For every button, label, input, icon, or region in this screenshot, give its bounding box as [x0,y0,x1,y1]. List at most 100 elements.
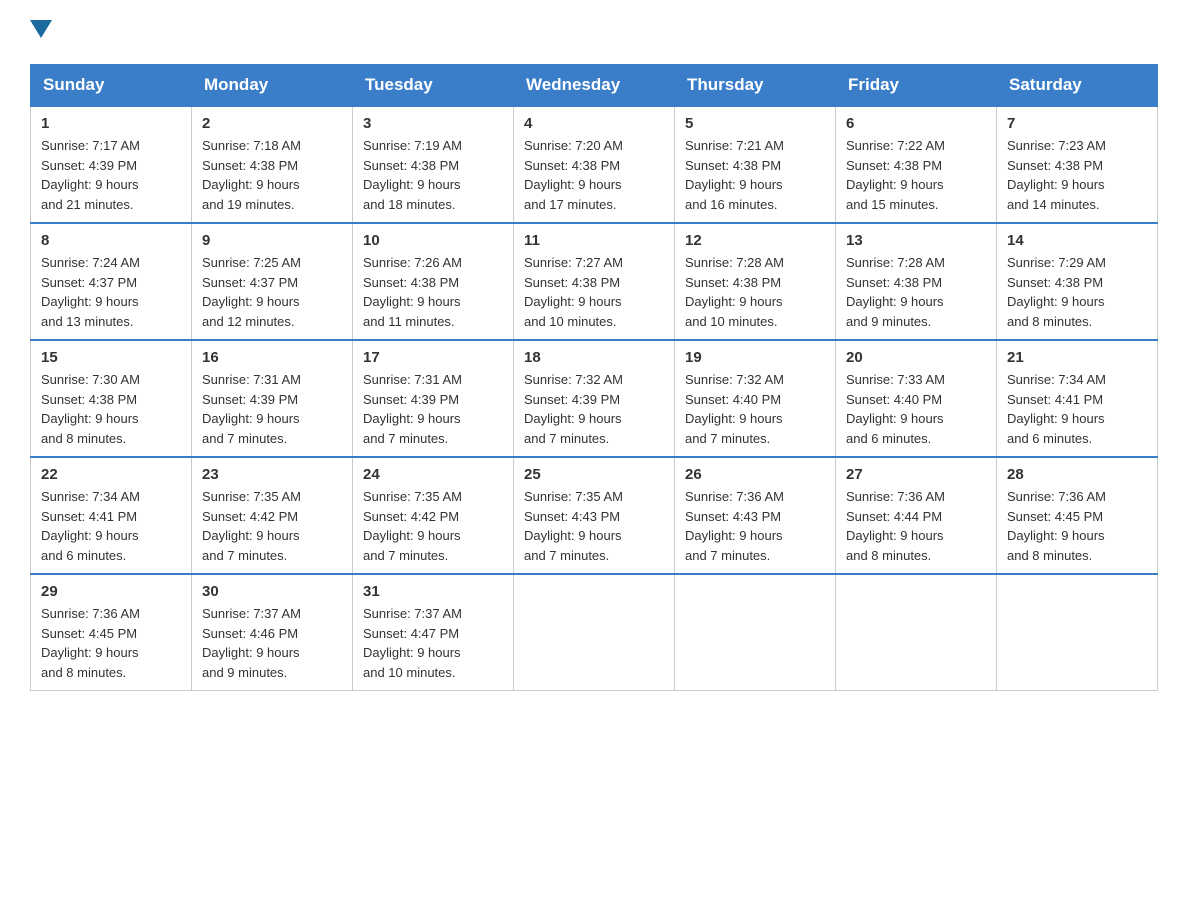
day-info: Sunrise: 7:32 AM Sunset: 4:40 PM Dayligh… [685,370,825,448]
day-number: 1 [41,115,181,132]
weekday-header-thursday: Thursday [675,65,836,107]
calendar-cell: 19 Sunrise: 7:32 AM Sunset: 4:40 PM Dayl… [675,340,836,457]
calendar-cell: 20 Sunrise: 7:33 AM Sunset: 4:40 PM Dayl… [836,340,997,457]
day-info: Sunrise: 7:25 AM Sunset: 4:37 PM Dayligh… [202,253,342,331]
day-info: Sunrise: 7:36 AM Sunset: 4:44 PM Dayligh… [846,487,986,565]
calendar-cell: 17 Sunrise: 7:31 AM Sunset: 4:39 PM Dayl… [353,340,514,457]
logo-triangle-icon [30,20,52,42]
calendar-cell: 18 Sunrise: 7:32 AM Sunset: 4:39 PM Dayl… [514,340,675,457]
day-info: Sunrise: 7:29 AM Sunset: 4:38 PM Dayligh… [1007,253,1147,331]
day-number: 29 [41,583,181,600]
calendar-cell: 8 Sunrise: 7:24 AM Sunset: 4:37 PM Dayli… [31,223,192,340]
day-number: 24 [363,466,503,483]
calendar-cell: 14 Sunrise: 7:29 AM Sunset: 4:38 PM Dayl… [997,223,1158,340]
day-number: 22 [41,466,181,483]
day-info: Sunrise: 7:34 AM Sunset: 4:41 PM Dayligh… [41,487,181,565]
day-number: 23 [202,466,342,483]
calendar-cell [997,574,1158,691]
weekday-header-friday: Friday [836,65,997,107]
weekday-header-saturday: Saturday [997,65,1158,107]
day-info: Sunrise: 7:24 AM Sunset: 4:37 PM Dayligh… [41,253,181,331]
day-number: 3 [363,115,503,132]
weekday-header-row: SundayMondayTuesdayWednesdayThursdayFrid… [31,65,1158,107]
day-number: 18 [524,349,664,366]
day-number: 21 [1007,349,1147,366]
calendar-cell: 9 Sunrise: 7:25 AM Sunset: 4:37 PM Dayli… [192,223,353,340]
calendar-cell: 16 Sunrise: 7:31 AM Sunset: 4:39 PM Dayl… [192,340,353,457]
calendar-cell: 22 Sunrise: 7:34 AM Sunset: 4:41 PM Dayl… [31,457,192,574]
day-number: 2 [202,115,342,132]
day-info: Sunrise: 7:35 AM Sunset: 4:42 PM Dayligh… [202,487,342,565]
weekday-header-sunday: Sunday [31,65,192,107]
day-info: Sunrise: 7:32 AM Sunset: 4:39 PM Dayligh… [524,370,664,448]
calendar-week-row: 1 Sunrise: 7:17 AM Sunset: 4:39 PM Dayli… [31,106,1158,223]
day-info: Sunrise: 7:20 AM Sunset: 4:38 PM Dayligh… [524,136,664,214]
calendar-cell: 29 Sunrise: 7:36 AM Sunset: 4:45 PM Dayl… [31,574,192,691]
day-info: Sunrise: 7:28 AM Sunset: 4:38 PM Dayligh… [846,253,986,331]
weekday-header-monday: Monday [192,65,353,107]
calendar-cell: 3 Sunrise: 7:19 AM Sunset: 4:38 PM Dayli… [353,106,514,223]
day-info: Sunrise: 7:31 AM Sunset: 4:39 PM Dayligh… [363,370,503,448]
calendar-cell: 12 Sunrise: 7:28 AM Sunset: 4:38 PM Dayl… [675,223,836,340]
day-number: 9 [202,232,342,249]
calendar-cell: 27 Sunrise: 7:36 AM Sunset: 4:44 PM Dayl… [836,457,997,574]
calendar-cell [836,574,997,691]
day-info: Sunrise: 7:37 AM Sunset: 4:47 PM Dayligh… [363,604,503,682]
day-info: Sunrise: 7:36 AM Sunset: 4:43 PM Dayligh… [685,487,825,565]
calendar-cell: 5 Sunrise: 7:21 AM Sunset: 4:38 PM Dayli… [675,106,836,223]
calendar-cell: 10 Sunrise: 7:26 AM Sunset: 4:38 PM Dayl… [353,223,514,340]
day-number: 4 [524,115,664,132]
calendar-cell: 7 Sunrise: 7:23 AM Sunset: 4:38 PM Dayli… [997,106,1158,223]
day-info: Sunrise: 7:36 AM Sunset: 4:45 PM Dayligh… [1007,487,1147,565]
day-number: 11 [524,232,664,249]
day-info: Sunrise: 7:22 AM Sunset: 4:38 PM Dayligh… [846,136,986,214]
day-number: 7 [1007,115,1147,132]
calendar-cell: 23 Sunrise: 7:35 AM Sunset: 4:42 PM Dayl… [192,457,353,574]
calendar-cell [675,574,836,691]
day-info: Sunrise: 7:30 AM Sunset: 4:38 PM Dayligh… [41,370,181,448]
calendar-cell [514,574,675,691]
day-info: Sunrise: 7:28 AM Sunset: 4:38 PM Dayligh… [685,253,825,331]
day-info: Sunrise: 7:27 AM Sunset: 4:38 PM Dayligh… [524,253,664,331]
calendar-cell: 30 Sunrise: 7:37 AM Sunset: 4:46 PM Dayl… [192,574,353,691]
weekday-header-wednesday: Wednesday [514,65,675,107]
day-number: 10 [363,232,503,249]
calendar-cell: 21 Sunrise: 7:34 AM Sunset: 4:41 PM Dayl… [997,340,1158,457]
page-header [30,20,1158,44]
calendar-cell: 1 Sunrise: 7:17 AM Sunset: 4:39 PM Dayli… [31,106,192,223]
calendar-cell: 26 Sunrise: 7:36 AM Sunset: 4:43 PM Dayl… [675,457,836,574]
calendar-cell: 31 Sunrise: 7:37 AM Sunset: 4:47 PM Dayl… [353,574,514,691]
day-number: 26 [685,466,825,483]
day-info: Sunrise: 7:23 AM Sunset: 4:38 PM Dayligh… [1007,136,1147,214]
day-info: Sunrise: 7:18 AM Sunset: 4:38 PM Dayligh… [202,136,342,214]
calendar-table: SundayMondayTuesdayWednesdayThursdayFrid… [30,64,1158,691]
day-number: 16 [202,349,342,366]
calendar-cell: 24 Sunrise: 7:35 AM Sunset: 4:42 PM Dayl… [353,457,514,574]
day-number: 6 [846,115,986,132]
calendar-cell: 15 Sunrise: 7:30 AM Sunset: 4:38 PM Dayl… [31,340,192,457]
day-info: Sunrise: 7:33 AM Sunset: 4:40 PM Dayligh… [846,370,986,448]
logo [30,20,52,44]
day-number: 30 [202,583,342,600]
day-number: 19 [685,349,825,366]
day-info: Sunrise: 7:26 AM Sunset: 4:38 PM Dayligh… [363,253,503,331]
day-number: 5 [685,115,825,132]
calendar-cell: 28 Sunrise: 7:36 AM Sunset: 4:45 PM Dayl… [997,457,1158,574]
calendar-cell: 25 Sunrise: 7:35 AM Sunset: 4:43 PM Dayl… [514,457,675,574]
day-info: Sunrise: 7:34 AM Sunset: 4:41 PM Dayligh… [1007,370,1147,448]
calendar-week-row: 29 Sunrise: 7:36 AM Sunset: 4:45 PM Dayl… [31,574,1158,691]
calendar-week-row: 15 Sunrise: 7:30 AM Sunset: 4:38 PM Dayl… [31,340,1158,457]
day-number: 20 [846,349,986,366]
weekday-header-tuesday: Tuesday [353,65,514,107]
day-info: Sunrise: 7:37 AM Sunset: 4:46 PM Dayligh… [202,604,342,682]
calendar-week-row: 8 Sunrise: 7:24 AM Sunset: 4:37 PM Dayli… [31,223,1158,340]
day-number: 8 [41,232,181,249]
day-info: Sunrise: 7:17 AM Sunset: 4:39 PM Dayligh… [41,136,181,214]
calendar-cell: 11 Sunrise: 7:27 AM Sunset: 4:38 PM Dayl… [514,223,675,340]
day-info: Sunrise: 7:36 AM Sunset: 4:45 PM Dayligh… [41,604,181,682]
day-number: 31 [363,583,503,600]
day-info: Sunrise: 7:35 AM Sunset: 4:42 PM Dayligh… [363,487,503,565]
calendar-cell: 6 Sunrise: 7:22 AM Sunset: 4:38 PM Dayli… [836,106,997,223]
day-info: Sunrise: 7:21 AM Sunset: 4:38 PM Dayligh… [685,136,825,214]
day-number: 27 [846,466,986,483]
